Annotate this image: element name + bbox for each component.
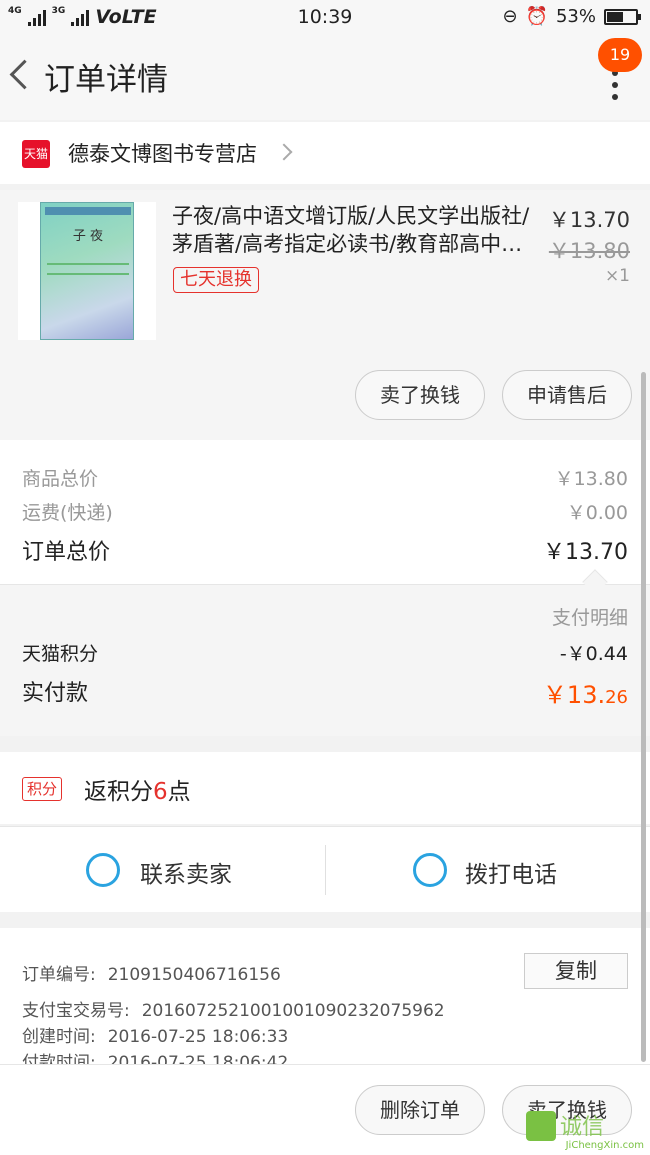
points-text: 返积分6点 xyxy=(84,772,191,806)
points-number: 6 xyxy=(153,779,168,805)
paid-time-row: 付款时间: 2016-07-25 18:06:42 xyxy=(22,1048,288,1064)
alipay-number: 2016072521001001090232075962 xyxy=(141,1001,445,1021)
points-text-after: 点 xyxy=(167,779,191,805)
phone-icon xyxy=(413,853,447,887)
rotation-lock-icon: ⊖ xyxy=(502,6,518,27)
cover-line xyxy=(47,273,129,275)
copy-button[interactable]: 复制 xyxy=(524,953,628,989)
paid-amount: ￥13. xyxy=(542,681,606,709)
return-policy-tag: 七天退换 xyxy=(173,267,259,293)
product-price: ￥13.70 xyxy=(548,208,630,232)
cover-title: 子 夜 xyxy=(72,229,104,244)
scrollbar[interactable] xyxy=(641,372,646,1062)
shipping-row: 运费(快递) ￥0.00 xyxy=(22,498,628,528)
more-menu-icon[interactable] xyxy=(610,70,620,106)
goods-total-label: 商品总价 xyxy=(22,468,99,490)
battery-icon xyxy=(604,8,641,25)
back-icon[interactable] xyxy=(8,56,38,96)
paid-label: 实付款 xyxy=(22,681,89,706)
created-label: 创建时间: xyxy=(22,1027,96,1047)
paid-time: 2016-07-25 18:06:42 xyxy=(107,1053,289,1064)
order-total-row: 订单总价 ￥13.70 xyxy=(22,534,628,565)
order-item: 子 夜 子夜/高中语文增订版/人民文学出版社/茅盾著/高考指定必读书/教育部高中… xyxy=(0,190,650,440)
watermark-logo xyxy=(526,1111,556,1141)
alipay-label: 支付宝交易号: xyxy=(22,1001,130,1021)
quantity: ×1 xyxy=(604,266,630,286)
alipay-row: 支付宝交易号: 2016072521001001090232075962 xyxy=(22,996,445,1021)
page-title: 订单详情 xyxy=(44,62,168,98)
paid-time-label: 付款时间: xyxy=(22,1053,96,1064)
call-label: 拨打电话 xyxy=(465,862,557,888)
price-summary: 商品总价 ￥13.80 运费(快递) ￥0.00 订单总价 ￥13.70 xyxy=(0,440,650,584)
paid-cents: 26 xyxy=(605,687,628,708)
paid-value: ￥13.26 xyxy=(543,675,628,710)
tmall-points-row: 天猫积分 -￥0.44 xyxy=(22,639,628,669)
chat-icon xyxy=(86,853,120,887)
sell-button[interactable]: 卖了换钱 xyxy=(355,370,485,420)
after-sale-button[interactable]: 申请售后 xyxy=(502,370,632,420)
points-text-before: 返积分 xyxy=(84,779,153,805)
points-rebate: 积分 返积分6点 xyxy=(0,752,650,824)
goods-total-value: ￥13.80 xyxy=(554,468,628,490)
payment-detail-title-row: 支付明细 xyxy=(22,603,628,633)
shipping-label: 运费(快递) xyxy=(22,502,113,524)
tmall-points-label: 天猫积分 xyxy=(22,643,99,665)
watermark: 诚信 JiChengXin.com xyxy=(526,1107,644,1151)
header: 订单详情 19 xyxy=(0,34,650,120)
order-number-row: 订单编号: 2109150406716156 xyxy=(22,960,281,985)
order-total-value: ￥13.70 xyxy=(543,540,628,565)
book-cover: 子 夜 xyxy=(40,202,134,340)
tmall-points-value: -￥0.44 xyxy=(559,643,628,665)
paid-row: 实付款 ￥13.26 xyxy=(22,675,628,709)
alarm-icon: ⏰ xyxy=(525,6,548,27)
goods-total-row: 商品总价 ￥13.80 xyxy=(22,464,628,494)
status-right: ⊖ ⏰ 53% xyxy=(502,6,641,27)
cover-line xyxy=(47,263,129,265)
watermark-url: JiChengXin.com xyxy=(565,1140,644,1151)
payment-detail: 支付明细 天猫积分 -￥0.44 实付款 ￥13.26 xyxy=(0,569,650,736)
original-price: ￥13.80 xyxy=(548,239,630,263)
contact-seller-button[interactable]: 联系卖家 xyxy=(0,827,325,913)
payment-detail-title: 支付明细 xyxy=(551,607,628,629)
order-number-label: 订单编号: xyxy=(22,965,96,985)
contact-seller-label: 联系卖家 xyxy=(140,862,232,888)
delete-order-button[interactable]: 删除订单 xyxy=(355,1085,485,1135)
bottom-bar: 删除订单 卖了换钱 诚信 JiChengXin.com xyxy=(0,1064,650,1155)
order-number: 2109150406716156 xyxy=(107,965,281,985)
contact-bar: 联系卖家 拨打电话 xyxy=(0,826,650,912)
order-info: 订单编号: 2109150406716156 复制 支付宝交易号: 20160725… xyxy=(0,928,650,1064)
call-button[interactable]: 拨打电话 xyxy=(325,827,650,913)
shipping-value: ￥0.00 xyxy=(566,502,628,524)
battery-percent: 53% xyxy=(555,6,596,27)
watermark-text: 诚信 xyxy=(560,1115,605,1140)
shop-row[interactable]: 天猫 德泰文博图书专营店 xyxy=(0,122,650,184)
cover-band xyxy=(45,207,131,215)
product-title[interactable]: 子夜/高中语文增订版/人民文学出版社/茅盾著/高考指定必读书/教育部高中… xyxy=(172,202,542,258)
tmall-icon: 天猫 xyxy=(22,140,50,168)
created-time: 2016-07-25 18:06:33 xyxy=(107,1027,289,1047)
shop-name: 德泰文博图书专营店 xyxy=(68,142,257,166)
status-bar: 4G 3G VoLTE 10:39 ⊖ ⏰ 53% xyxy=(0,0,650,34)
created-row: 创建时间: 2016-07-25 18:06:33 xyxy=(22,1022,288,1047)
chevron-right-icon xyxy=(275,143,293,161)
message-badge[interactable]: 19 xyxy=(598,38,642,72)
order-total-label: 订单总价 xyxy=(22,540,111,565)
points-tag: 积分 xyxy=(22,777,63,801)
product-image[interactable]: 子 夜 xyxy=(18,202,156,340)
